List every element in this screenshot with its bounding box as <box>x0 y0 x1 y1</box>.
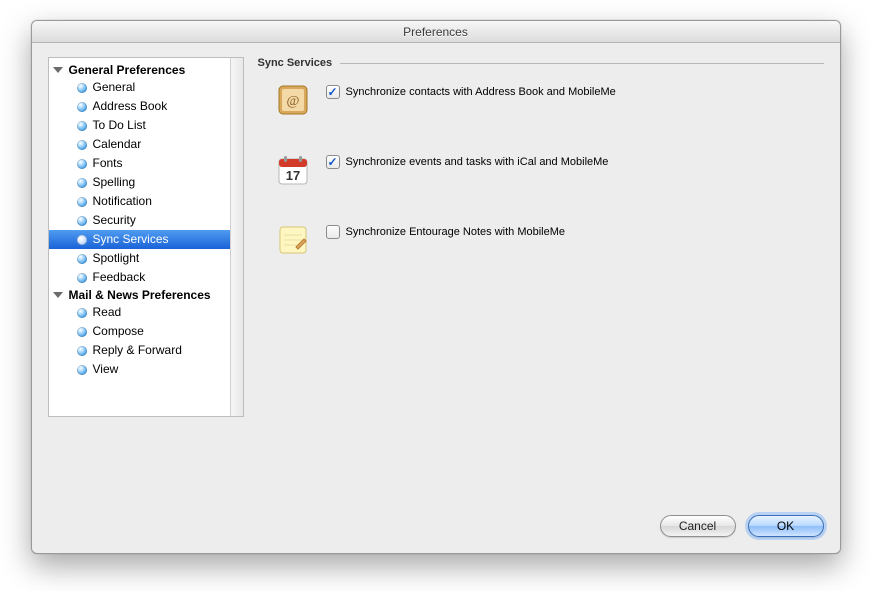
sync-option-row: Synchronize Entourage Notes with MobileM… <box>276 223 824 257</box>
sidebar-item[interactable]: View <box>49 360 230 379</box>
sync-options: @ Synchronize contacts with Address Book … <box>258 83 824 257</box>
sidebar-item[interactable]: Calendar <box>49 135 230 154</box>
disclosure-triangle-icon <box>53 292 63 298</box>
sidebar-item-label: Feedback <box>93 269 146 286</box>
sidebar-item-label: To Do List <box>93 117 146 134</box>
bullet-icon <box>77 254 87 264</box>
sidebar-item[interactable]: Compose <box>49 322 230 341</box>
sync-option-row: @ Synchronize contacts with Address Book … <box>276 83 824 117</box>
sync-option-row: 17 Synchronize events and tasks with iCal… <box>276 153 824 187</box>
sidebar-item-label: Address Book <box>93 98 168 115</box>
sidebar-item-label: View <box>93 361 119 378</box>
cancel-button-label: Cancel <box>679 519 716 533</box>
sync-option-label: Synchronize Entourage Notes with MobileM… <box>346 226 566 238</box>
sync-option-control: Synchronize events and tasks with iCal a… <box>326 153 609 169</box>
svg-text:@: @ <box>286 94 299 109</box>
sidebar-item-label: Calendar <box>93 136 142 153</box>
sync-option-checkbox[interactable] <box>326 155 340 169</box>
sidebar-item-label: Fonts <box>93 155 123 172</box>
address-book-icon: @ <box>276 83 310 117</box>
notes-icon <box>276 223 310 257</box>
sidebar-item-label: Read <box>93 304 122 321</box>
sidebar-container: General Preferences General Address Book To… <box>48 57 244 487</box>
section-divider <box>340 63 823 64</box>
sync-option-control: Synchronize contacts with Address Book a… <box>326 83 616 99</box>
sidebar-item-label: Reply & Forward <box>93 342 182 359</box>
section-header: Sync Services <box>258 57 824 69</box>
preferences-sidebar[interactable]: General Preferences General Address Book To… <box>48 57 230 417</box>
sidebar-group-title: General Preferences <box>69 63 186 77</box>
bullet-icon <box>77 365 87 375</box>
sidebar-item-label: Spelling <box>93 174 136 191</box>
sync-option-label: Synchronize events and tasks with iCal a… <box>346 156 609 168</box>
main-panel: Sync Services @ Synchronize contacts with… <box>258 57 824 487</box>
sidebar-group-header[interactable]: Mail & News Preferences <box>49 287 230 303</box>
sidebar-item-label: Sync Services <box>93 231 169 248</box>
bullet-icon <box>77 216 87 226</box>
bullet-icon <box>77 178 87 188</box>
bullet-icon <box>77 121 87 131</box>
bullet-icon <box>77 197 87 207</box>
cancel-button[interactable]: Cancel <box>660 515 736 537</box>
bullet-icon <box>77 140 87 150</box>
sidebar-item[interactable]: Notification <box>49 192 230 211</box>
ok-button-label: OK <box>777 519 794 533</box>
sync-option-checkbox[interactable] <box>326 225 340 239</box>
sidebar-item-label: Security <box>93 212 136 229</box>
sidebar-item[interactable]: Security <box>49 211 230 230</box>
sidebar-group-title: Mail & News Preferences <box>69 288 211 302</box>
calendar-icon: 17 <box>276 153 310 187</box>
bullet-icon <box>77 159 87 169</box>
sync-option-checkbox[interactable] <box>326 85 340 99</box>
sidebar-item-label: General <box>93 79 136 96</box>
sidebar-item[interactable]: Read <box>49 303 230 322</box>
sidebar-item[interactable]: Sync Services <box>49 230 230 249</box>
sidebar-item-label: Spotlight <box>93 250 140 267</box>
sidebar-item[interactable]: Address Book <box>49 97 230 116</box>
sidebar-item-label: Compose <box>93 323 144 340</box>
window-title: Preferences <box>403 25 468 39</box>
ok-button[interactable]: OK <box>748 515 824 537</box>
sidebar-item[interactable]: General <box>49 78 230 97</box>
bullet-icon <box>77 346 87 356</box>
sidebar-item-label: Notification <box>93 193 152 210</box>
preferences-window: Preferences General Preferences General Ad… <box>31 20 841 554</box>
sidebar-item[interactable]: Reply & Forward <box>49 341 230 360</box>
sidebar-group-header[interactable]: General Preferences <box>49 62 230 78</box>
sidebar-item[interactable]: Spotlight <box>49 249 230 268</box>
window-body: General Preferences General Address Book To… <box>32 43 840 503</box>
section-title: Sync Services <box>258 57 333 69</box>
address-book-icon: @ <box>276 83 310 117</box>
sidebar-item[interactable]: Spelling <box>49 173 230 192</box>
calendar-icon: 17 <box>276 153 310 187</box>
sidebar-item[interactable]: Feedback <box>49 268 230 287</box>
bullet-icon <box>77 273 87 283</box>
notes-icon <box>276 223 310 257</box>
sidebar-item[interactable]: Fonts <box>49 154 230 173</box>
bullet-icon <box>77 83 87 93</box>
sidebar-scrollbar[interactable] <box>230 57 244 417</box>
sync-option-control: Synchronize Entourage Notes with MobileM… <box>326 223 566 239</box>
svg-text:17: 17 <box>285 168 299 183</box>
dialog-footer: Cancel OK <box>32 503 840 553</box>
sidebar-item[interactable]: To Do List <box>49 116 230 135</box>
window-titlebar: Preferences <box>32 21 840 43</box>
bullet-icon <box>77 102 87 112</box>
bullet-icon <box>77 308 87 318</box>
bullet-icon <box>77 235 87 245</box>
sync-option-label: Synchronize contacts with Address Book a… <box>346 86 616 98</box>
bullet-icon <box>77 327 87 337</box>
disclosure-triangle-icon <box>53 67 63 73</box>
